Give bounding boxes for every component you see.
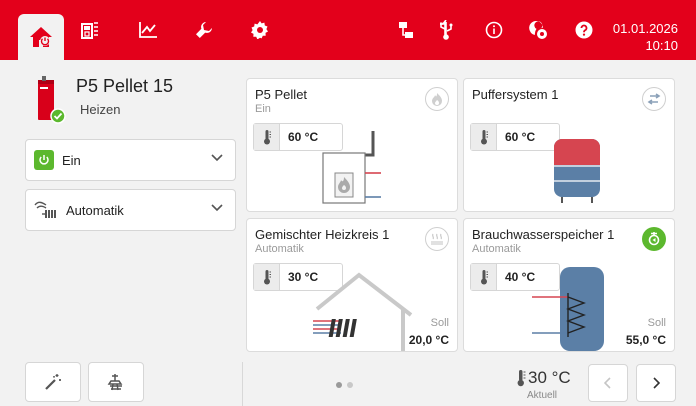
card-title: Brauchwasserspeicher 1	[472, 227, 615, 242]
chimney-sweep-button[interactable]	[88, 362, 144, 402]
heat-waves-icon	[431, 233, 443, 245]
network-icon	[399, 22, 413, 38]
auto-mode-icon	[34, 201, 56, 218]
card-title: Gemischter Heizkreis 1	[255, 227, 390, 242]
setpoint-label: Soll	[430, 317, 449, 329]
next-page-button[interactable]	[636, 364, 676, 402]
gear-icon	[251, 21, 268, 39]
buffer-tank-illustration	[554, 139, 600, 203]
current-temperature-value: 30 °C	[528, 368, 571, 387]
magic-wand-icon	[45, 374, 61, 390]
chart-icon	[139, 22, 157, 38]
pump-icon	[648, 232, 660, 246]
current-temperature: 30 °C	[516, 368, 571, 388]
card-title: P5 Pellet	[255, 87, 308, 102]
temperature-box: 60 °C	[470, 123, 560, 151]
tab-settings[interactable]	[238, 14, 282, 46]
card-pellet-boiler[interactable]: P5 Pellet Ein 60 °C	[246, 78, 458, 212]
setpoint-value: 55,0 °C	[625, 333, 666, 347]
card-hot-water-tank[interactable]: Brauchwasserspeicher 1 Automatik 40 °C S…	[463, 218, 675, 352]
page-dot[interactable]	[347, 382, 353, 388]
help-button[interactable]	[562, 14, 606, 46]
card-buffer-system[interactable]: Puffersystem 1 60 °C	[463, 78, 675, 212]
card-heating-circuit[interactable]: Gemischter Heizkreis 1 Automatik 30 °C S…	[246, 218, 458, 352]
transfer-badge	[642, 87, 666, 111]
device-status: Heizen	[80, 102, 121, 117]
chevron-right-icon	[653, 377, 660, 389]
heat-badge	[425, 227, 449, 251]
thermometer-icon	[254, 124, 280, 150]
user-settings-button[interactable]	[516, 14, 560, 46]
thermometer-icon	[517, 370, 526, 387]
chimney-sweep-icon	[107, 374, 123, 391]
card-subtitle: Ein	[255, 103, 271, 115]
card-subtitle: Automatik	[472, 243, 521, 255]
tab-boiler[interactable]	[68, 14, 112, 46]
temperature-value: 60 °C	[505, 130, 536, 144]
temperature-value: 60 °C	[288, 130, 319, 144]
setpoint-label: Soll	[647, 317, 666, 329]
user-settings-icon	[529, 20, 547, 39]
date-text: 01.01.2026	[612, 21, 678, 36]
power-select[interactable]: Ein	[25, 139, 236, 181]
home-icon	[30, 27, 52, 47]
thermometer-icon	[471, 264, 497, 290]
usb-button[interactable]	[424, 14, 468, 46]
help-icon	[575, 21, 593, 39]
current-temperature-label: Aktuell	[527, 390, 558, 401]
footer-divider	[242, 362, 243, 406]
hot-water-tank-illustration	[532, 267, 604, 351]
card-title: Puffersystem 1	[472, 87, 559, 102]
chevron-left-icon	[604, 377, 611, 389]
chevron-down-icon	[211, 204, 223, 212]
time-text: 10:10	[645, 38, 678, 53]
thermometer-icon	[254, 264, 280, 290]
tab-service[interactable]	[182, 14, 226, 46]
device-name: P5 Pellet 15	[76, 76, 174, 96]
page-dot[interactable]	[336, 382, 342, 388]
thermometer-icon	[471, 124, 497, 150]
chevron-down-icon	[211, 154, 223, 162]
flame-icon	[432, 93, 442, 106]
power-select-value: Ein	[62, 152, 81, 168]
flame-badge	[425, 87, 449, 111]
date-time-display: 01.01.2026 10:10	[613, 20, 678, 54]
setpoint-value: 20,0 °C	[408, 333, 449, 347]
top-navigation-bar: 01.01.2026 10:10	[0, 0, 696, 60]
pellet-boiler-image	[38, 76, 66, 124]
tab-home[interactable]	[18, 14, 64, 60]
card-subtitle: Automatik	[255, 243, 304, 255]
page-indicator	[336, 382, 353, 388]
mode-select[interactable]: Automatik	[25, 189, 236, 231]
info-icon	[485, 21, 503, 39]
pump-active-badge	[642, 227, 666, 251]
previous-page-button[interactable]	[588, 364, 628, 402]
mode-select-value: Automatik	[66, 202, 124, 218]
usb-icon	[440, 20, 453, 40]
boiler-icon	[81, 22, 98, 39]
wrench-icon	[196, 22, 212, 38]
boiler-illustration	[322, 131, 381, 204]
power-icon	[34, 150, 54, 170]
network-button[interactable]	[384, 14, 428, 46]
cleaning-button[interactable]	[25, 362, 81, 402]
exchange-arrows-icon	[647, 93, 661, 105]
tab-charts[interactable]	[126, 14, 170, 46]
info-button[interactable]	[472, 14, 516, 46]
